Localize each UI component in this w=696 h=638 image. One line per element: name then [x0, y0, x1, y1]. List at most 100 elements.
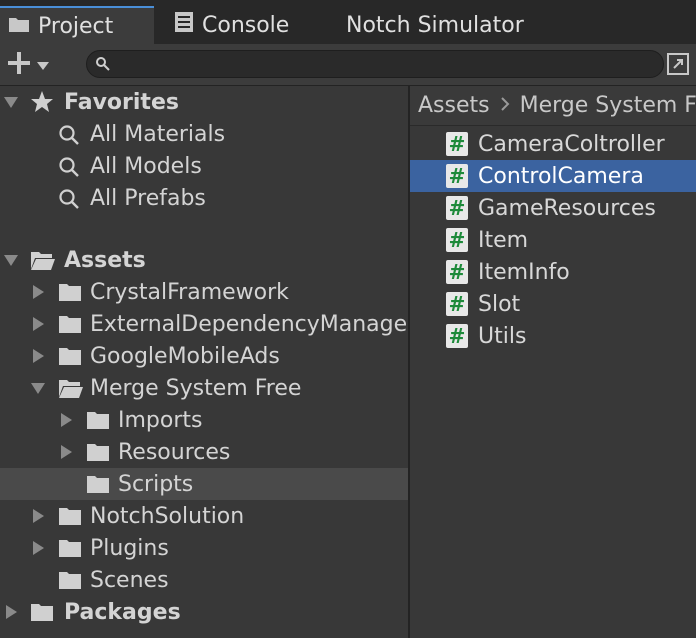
tree-item-merge-system-free[interactable]: Merge System Free: [0, 372, 408, 404]
tree-item-externaldependencymanager[interactable]: ExternalDependencyManager: [0, 308, 408, 340]
tab-label: Console: [202, 12, 290, 38]
breadcrumb-item-merge-system-free[interactable]: Merge System Free: [520, 93, 696, 118]
file-item[interactable]: # GameResources: [410, 192, 696, 224]
chevron-right-icon[interactable]: [33, 349, 44, 363]
folder-icon: [58, 505, 82, 533]
chevron-down-icon[interactable]: [4, 97, 18, 108]
file-item[interactable]: # Utils: [410, 320, 696, 352]
folder-tree-panel: Favorites All Materials All Models All P…: [0, 86, 408, 638]
chevron-right-icon: [500, 93, 510, 118]
favorite-item-all-prefabs[interactable]: All Prefabs: [0, 182, 408, 214]
search-icon: [58, 156, 80, 184]
folder-icon: [58, 281, 82, 309]
file-item[interactable]: # Slot: [410, 288, 696, 320]
tree-item-scenes[interactable]: Scenes: [0, 564, 408, 596]
tree-item-favorites[interactable]: Favorites: [0, 86, 408, 118]
tree-item-label: NotchSolution: [90, 503, 245, 529]
tab-console[interactable]: Console: [174, 6, 289, 44]
tree-item-googlemobileads[interactable]: GoogleMobileAds: [0, 340, 408, 372]
file-name: GameResources: [478, 195, 656, 221]
tree-item-label: Scenes: [90, 567, 169, 593]
tab-bar: Project Console Notch Simulator: [0, 0, 696, 44]
tree-item-packages[interactable]: Packages: [0, 596, 408, 628]
tree-item-label: All Materials: [90, 121, 226, 147]
console-icon: [174, 11, 194, 39]
tree-item-plugins[interactable]: Plugins: [0, 532, 408, 564]
folder-open-icon: [58, 377, 84, 405]
tab-project[interactable]: Project: [0, 6, 154, 44]
favorite-item-all-models[interactable]: All Models: [0, 150, 408, 182]
tab-notch-simulator[interactable]: Notch Simulator: [346, 6, 524, 44]
search-icon: [58, 124, 80, 152]
favorite-item-all-materials[interactable]: All Materials: [0, 118, 408, 150]
chevron-down-icon: [36, 56, 50, 75]
tree-item-label: GoogleMobileAds: [90, 343, 280, 369]
file-item[interactable]: # CameraColtroller: [410, 128, 696, 160]
tree-item-label: ExternalDependencyManager: [90, 311, 408, 337]
csharp-script-icon: #: [446, 292, 468, 316]
tab-label: Project: [38, 13, 114, 39]
chevron-down-icon[interactable]: [4, 255, 18, 266]
tree-item-label: All Models: [90, 153, 202, 179]
breadcrumb: Assets Merge System Free: [410, 86, 696, 126]
search-icon: [58, 188, 80, 216]
chevron-right-icon[interactable]: [61, 445, 72, 459]
tree-item-scripts[interactable]: Scripts: [0, 468, 408, 500]
tab-label: Notch Simulator: [346, 12, 524, 38]
file-item[interactable]: # ControlCamera: [410, 160, 696, 192]
breadcrumb-item-assets[interactable]: Assets: [418, 93, 490, 118]
csharp-script-icon: #: [446, 164, 468, 188]
chevron-right-icon[interactable]: [33, 509, 44, 523]
plus-icon: [6, 50, 32, 80]
tree-item-label: Packages: [64, 599, 181, 625]
chevron-right-icon[interactable]: [61, 413, 72, 427]
file-name: CameraColtroller: [478, 131, 665, 157]
tree-item-label: Resources: [118, 439, 231, 465]
file-item[interactable]: # ItemInfo: [410, 256, 696, 288]
tree-item-label: Assets: [64, 247, 146, 273]
csharp-script-icon: #: [446, 324, 468, 348]
file-name: Utils: [478, 323, 527, 349]
search-field[interactable]: [86, 50, 664, 78]
chevron-right-icon[interactable]: [33, 317, 44, 331]
csharp-script-icon: #: [446, 132, 468, 156]
file-item[interactable]: # Item: [410, 224, 696, 256]
file-name: ItemInfo: [478, 259, 570, 285]
folder-icon: [58, 345, 82, 373]
tree-item-imports[interactable]: Imports: [0, 404, 408, 436]
tree-item-label: CrystalFramework: [90, 279, 289, 305]
file-name: ControlCamera: [478, 163, 644, 189]
chevron-down-icon[interactable]: [31, 383, 45, 394]
search-input[interactable]: [117, 53, 651, 77]
tree-item-crystalframework[interactable]: CrystalFramework: [0, 276, 408, 308]
file-name: Item: [478, 227, 529, 253]
folder-icon: [86, 473, 110, 501]
tree-item-label: Merge System Free: [90, 375, 302, 401]
tree-item-label: Favorites: [64, 89, 179, 115]
project-toolbar: [0, 44, 696, 86]
folder-icon: [58, 537, 82, 565]
chevron-right-icon[interactable]: [33, 541, 44, 555]
csharp-script-icon: #: [446, 228, 468, 252]
file-name: Slot: [478, 291, 521, 317]
folder-open-icon: [30, 249, 56, 277]
file-list-panel: Assets Merge System Free # CameraColtrol…: [410, 86, 696, 638]
create-dropdown-button[interactable]: [6, 50, 60, 80]
star-icon: [30, 90, 54, 120]
csharp-script-icon: #: [446, 260, 468, 284]
tree-item-label: Imports: [118, 407, 203, 433]
folder-icon: [86, 441, 110, 469]
tree-item-resources[interactable]: Resources: [0, 436, 408, 468]
maximize-icon[interactable]: [666, 52, 692, 78]
csharp-script-icon: #: [446, 196, 468, 220]
folder-icon: [58, 569, 82, 597]
folder-icon: [58, 313, 82, 341]
chevron-right-icon[interactable]: [6, 605, 17, 619]
folder-icon: [8, 14, 30, 39]
folder-icon: [30, 601, 54, 629]
tree-item-notchsolution[interactable]: NotchSolution: [0, 500, 408, 532]
tree-item-assets[interactable]: Assets: [0, 244, 408, 276]
search-icon: [95, 56, 111, 76]
chevron-right-icon[interactable]: [33, 285, 44, 299]
tree-item-label: Plugins: [90, 535, 169, 561]
